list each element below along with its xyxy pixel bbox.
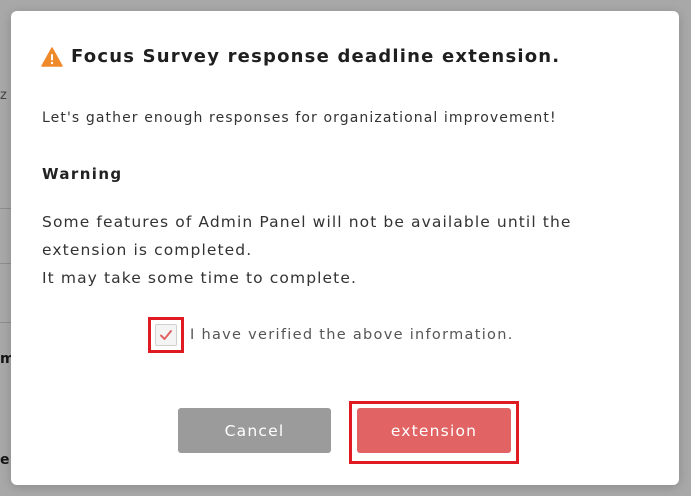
warning-text: Some features of Admin Panel will not be… (42, 208, 652, 292)
verify-checkbox[interactable] (155, 324, 177, 346)
warning-line: It may take some time to complete. (42, 269, 358, 287)
dialog-subtitle: Let's gather enough responses for organi… (42, 110, 557, 126)
verify-label[interactable]: I have verified the above information. (190, 327, 514, 343)
extension-button[interactable]: extension (357, 408, 511, 453)
checkbox-highlight-frame (148, 317, 184, 353)
checkmark-icon (160, 330, 172, 340)
dialog-header: Focus Survey response deadline extension… (41, 46, 560, 67)
warning-line: Some features of Admin Panel will not be… (42, 213, 572, 259)
extension-dialog: Focus Survey response deadline extension… (11, 11, 679, 485)
warning-triangle-icon (41, 46, 63, 67)
verify-row: I have verified the above information. (148, 317, 514, 353)
warning-heading: Warning (42, 165, 123, 183)
dialog-title: Focus Survey response deadline extension… (71, 46, 561, 67)
cancel-button[interactable]: Cancel (178, 408, 331, 453)
